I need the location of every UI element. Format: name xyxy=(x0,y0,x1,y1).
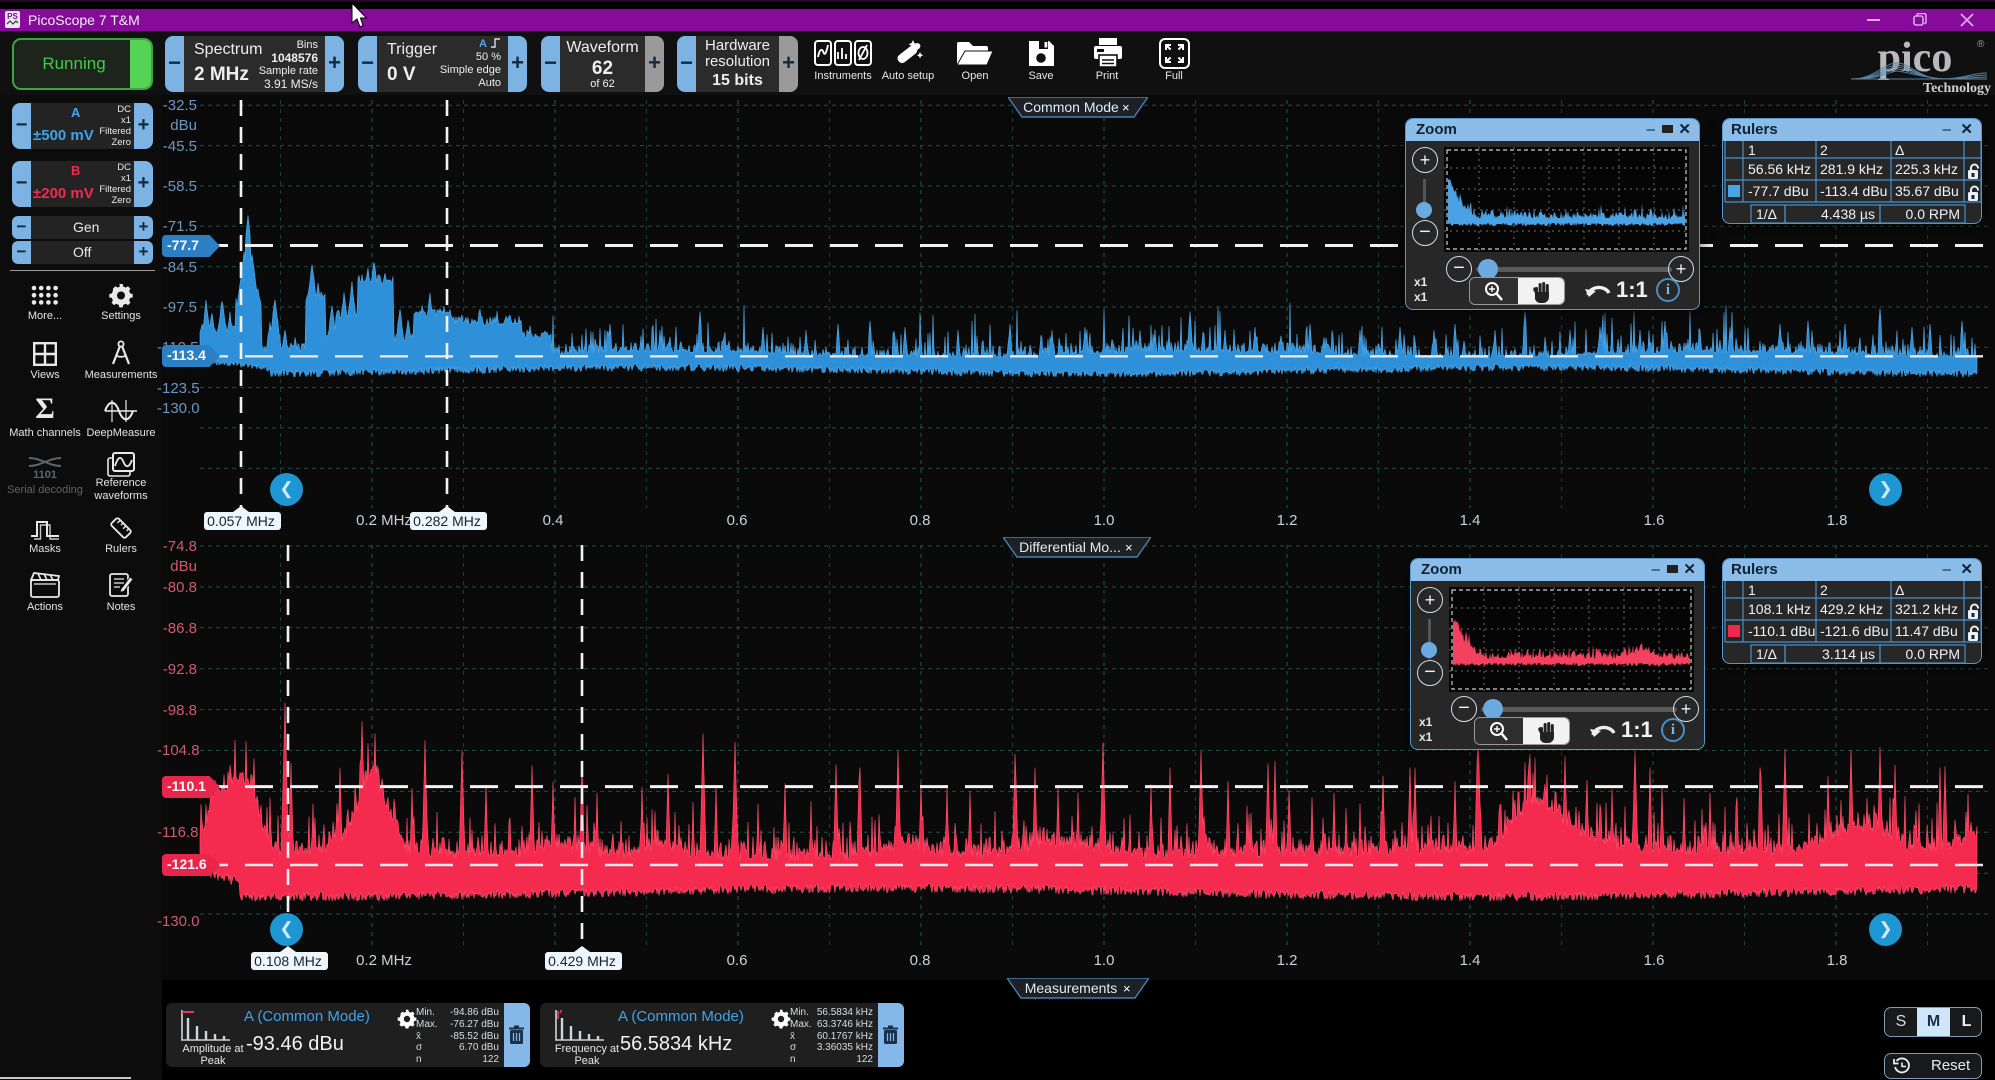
svg-text:Measurements: Measurements xyxy=(1025,980,1118,996)
svg-text:0.429 MHz: 0.429 MHz xyxy=(548,953,616,969)
svg-text:0.282 MHz: 0.282 MHz xyxy=(413,513,481,529)
svg-text:×: × xyxy=(1123,981,1131,996)
svg-text:Common Mode: Common Mode xyxy=(1023,99,1119,115)
svg-text:0.057 MHz: 0.057 MHz xyxy=(207,513,275,529)
svg-text:×: × xyxy=(1125,540,1133,555)
svg-text:×: × xyxy=(1122,100,1130,115)
svg-text:0.108 MHz: 0.108 MHz xyxy=(254,953,322,969)
svg-text:Differential Mo...: Differential Mo... xyxy=(1019,539,1121,555)
